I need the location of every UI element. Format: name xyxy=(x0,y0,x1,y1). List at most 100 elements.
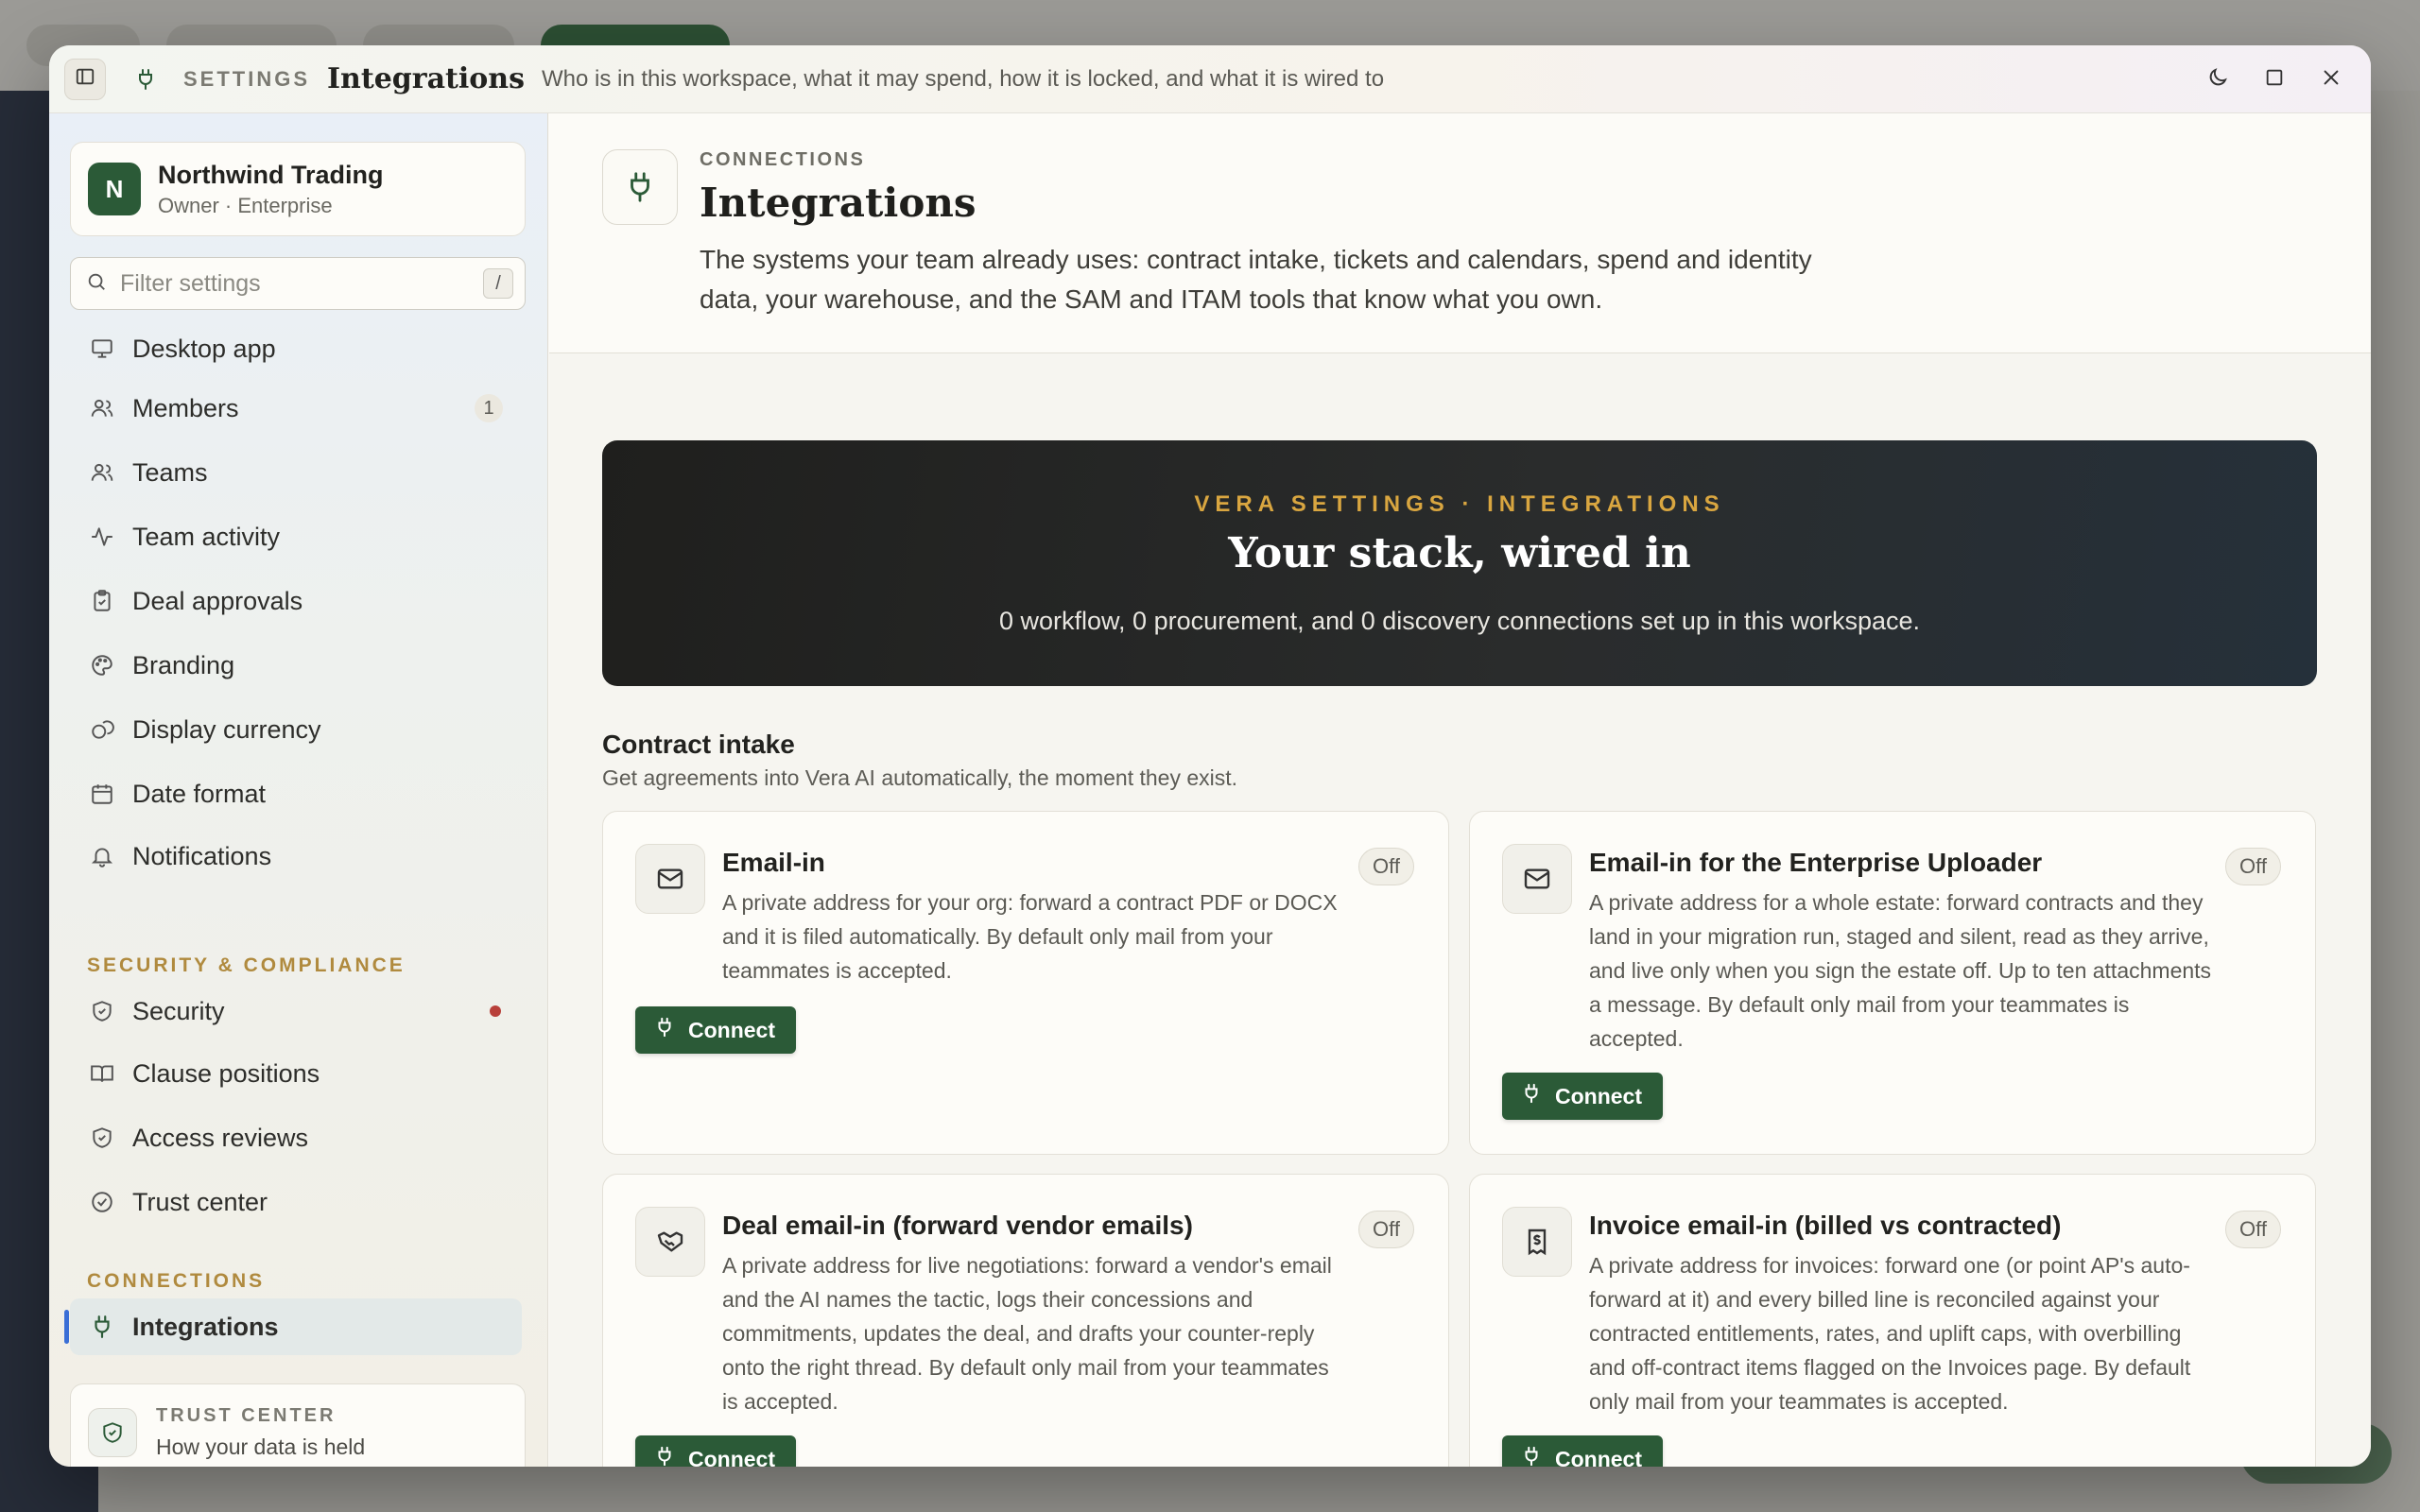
main-content: CONNECTIONS Integrations The systems you… xyxy=(549,113,2371,1467)
connect-button[interactable]: Connect xyxy=(1502,1435,1663,1467)
sidebar-item-team-activity[interactable]: Team activity xyxy=(70,508,522,565)
nav-heading-security: SECURITY & COMPLIANCE xyxy=(87,954,406,976)
shield-check-icon xyxy=(88,1408,137,1457)
nav-heading-connections: CONNECTIONS xyxy=(87,1270,266,1292)
connect-button-label: Connect xyxy=(1555,1083,1642,1108)
sidebar-item-display-currency[interactable]: Display currency xyxy=(70,701,522,758)
integration-card-invoice-email-in: Invoice email-in (billed vs contracted) … xyxy=(1469,1174,2316,1467)
plug-icon xyxy=(654,1017,675,1043)
section-subtitle: Get agreements into Vera AI automaticall… xyxy=(602,765,1238,790)
status-badge: Off xyxy=(2225,848,2281,885)
sidebar-item-integrations[interactable]: Integrations xyxy=(64,1298,522,1355)
calendar-icon xyxy=(89,781,115,807)
close-icon xyxy=(2321,67,2342,93)
sidebar-item-notifications[interactable]: Notifications xyxy=(70,828,522,885)
handshake-icon xyxy=(635,1207,705,1277)
coins-icon xyxy=(89,716,115,743)
sidebar-item-teams[interactable]: Teams xyxy=(70,444,522,501)
book-open-icon xyxy=(89,1060,115,1087)
modal-subtitle: Who is in this workspace, what it may sp… xyxy=(542,65,1385,92)
connect-button[interactable]: Connect xyxy=(1502,1073,1663,1120)
connect-button-label: Connect xyxy=(688,1017,775,1042)
shield-check-icon xyxy=(89,998,115,1024)
page-eyebrow: CONNECTIONS xyxy=(700,149,866,170)
receipt-icon xyxy=(1502,1207,1572,1277)
plug-icon xyxy=(1521,1446,1542,1467)
plug-icon xyxy=(654,1446,675,1467)
page-description: The systems your team already uses: cont… xyxy=(700,245,1812,314)
card-description: A private address for live negotiations:… xyxy=(722,1253,1332,1414)
maximize-icon xyxy=(2264,67,2285,93)
sidebar-item-trust-center[interactable]: Trust center xyxy=(70,1174,522,1230)
card-title: Invoice email-in (billed vs contracted) xyxy=(1589,1211,2062,1240)
trust-card-subtitle: How your data is held xyxy=(156,1435,366,1459)
org-avatar: N xyxy=(88,163,141,215)
sidebar-item-branding[interactable]: Branding xyxy=(70,637,522,694)
org-name: Northwind Trading xyxy=(158,160,384,189)
clipboard-check-icon xyxy=(89,588,115,614)
close-button[interactable] xyxy=(2310,59,2352,100)
sidebar-item-label: Date format xyxy=(132,779,267,808)
integration-card-enterprise-uploader: Email-in for the Enterprise Uploader Off… xyxy=(1469,811,2316,1155)
users-icon xyxy=(89,395,115,421)
sidebar-item-label: Display currency xyxy=(132,714,321,744)
sidebar-item-date-format[interactable]: Date format xyxy=(70,765,522,822)
hero-eyebrow: VERA SETTINGS · INTEGRATIONS xyxy=(1194,491,1725,517)
moon-icon xyxy=(2206,66,2229,94)
theme-toggle-button[interactable] xyxy=(2197,59,2238,100)
status-badge: Off xyxy=(1358,1211,1414,1248)
hero-title: Your stack, wired in xyxy=(1228,529,1691,577)
maximize-button[interactable] xyxy=(2254,59,2295,100)
shortcut-hint: / xyxy=(483,268,513,299)
sidebar-item-label: Access reviews xyxy=(132,1123,309,1152)
page-header: CONNECTIONS Integrations The systems you… xyxy=(549,113,2371,353)
sidebar-item-security[interactable]: Security xyxy=(70,983,522,1040)
alert-dot xyxy=(490,1005,501,1017)
hero-subtitle: 0 workflow, 0 procurement, and 0 discove… xyxy=(999,607,1920,635)
members-count-badge: 1 xyxy=(475,394,503,422)
sidebar-icon xyxy=(75,66,95,92)
monitor-icon xyxy=(89,335,115,362)
palette-icon xyxy=(89,652,115,679)
connect-button[interactable]: Connect xyxy=(635,1435,796,1467)
sidebar-item-label: Team activity xyxy=(132,522,281,551)
modal-titlebar: SETTINGS Integrations Who is in this wor… xyxy=(49,45,2371,113)
filter-settings-field[interactable]: / xyxy=(70,257,526,310)
sidebar-item-clause-positions[interactable]: Clause positions xyxy=(70,1045,522,1102)
mail-icon xyxy=(1502,844,1572,914)
card-description: A private address for invoices: forward … xyxy=(1589,1253,2191,1414)
toggle-sidebar-button[interactable] xyxy=(64,58,106,100)
bell-icon xyxy=(89,843,115,869)
plug-icon xyxy=(125,59,166,100)
sidebar-item-label: Notifications xyxy=(132,841,272,870)
connect-button[interactable]: Connect xyxy=(635,1006,796,1054)
org-switcher[interactable]: N Northwind Trading Owner · Enterprise xyxy=(70,142,526,236)
plug-icon xyxy=(602,149,678,225)
card-title: Email-in for the Enterprise Uploader xyxy=(1589,848,2043,877)
section-title: Contract intake xyxy=(602,730,795,759)
sidebar-item-deal-approvals[interactable]: Deal approvals xyxy=(70,573,522,629)
card-description: A private address for a whole estate: fo… xyxy=(1589,890,2212,1051)
integration-card-deal-email-in: Deal email-in (forward vendor emails) Of… xyxy=(602,1174,1449,1467)
sidebar-item-access-reviews[interactable]: Access reviews xyxy=(70,1109,522,1166)
card-description: A private address for your org: forward … xyxy=(722,890,1338,983)
activity-icon xyxy=(89,524,115,550)
trust-card-title: TRUST CENTER xyxy=(156,1405,337,1426)
sidebar-item-label: Security xyxy=(132,996,225,1025)
sidebar-item-label: Trust center xyxy=(132,1187,268,1216)
page-title: Integrations xyxy=(700,180,977,226)
sidebar-item-desktop-app[interactable]: Desktop app xyxy=(70,325,522,372)
card-title: Deal email-in (forward vendor emails) xyxy=(722,1211,1193,1240)
sidebar-item-members[interactable]: Members 1 xyxy=(70,380,522,437)
trust-center-card[interactable]: TRUST CENTER How your data is held xyxy=(70,1383,526,1467)
settings-sidebar: N Northwind Trading Owner · Enterprise /… xyxy=(49,113,548,1467)
plug-icon xyxy=(89,1314,115,1340)
sidebar-item-label: Members xyxy=(132,393,239,422)
status-badge: Off xyxy=(2225,1211,2281,1248)
sidebar-item-label: Teams xyxy=(132,457,208,487)
modal-title: Integrations xyxy=(327,62,525,95)
breadcrumb-section: SETTINGS xyxy=(183,66,311,91)
filter-settings-input[interactable] xyxy=(120,269,460,298)
connect-button-label: Connect xyxy=(1555,1446,1642,1468)
sidebar-item-label: Clause positions xyxy=(132,1058,320,1088)
